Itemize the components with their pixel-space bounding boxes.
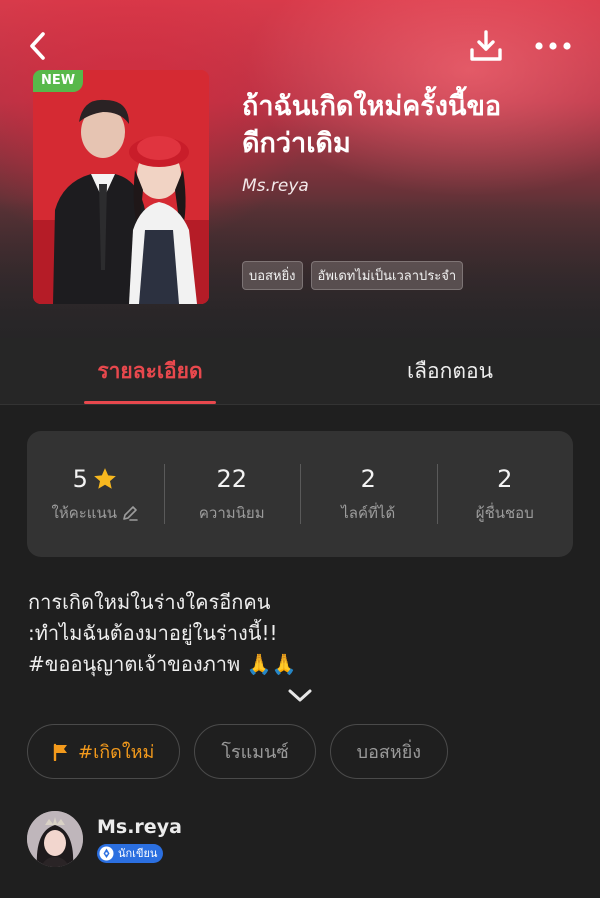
author-info: Ms.reya นักเขียน bbox=[97, 816, 182, 863]
novel-author[interactable]: Ms.reya bbox=[242, 176, 309, 196]
tab-bar: รายละเอียด เลือกตอน bbox=[0, 338, 600, 405]
flag-icon bbox=[53, 743, 67, 761]
stat-label: ผู้ชื่นชอบ bbox=[475, 504, 534, 522]
genre-chip[interactable]: #เกิดใหม่ bbox=[27, 724, 181, 779]
stat-value-row: 5 bbox=[73, 463, 118, 495]
author-section[interactable]: Ms.reya นักเขียน bbox=[27, 811, 182, 867]
stat-likes: 2 ไลค์ที่ได้ bbox=[300, 431, 437, 557]
stat-label: ความนิยม bbox=[198, 504, 265, 522]
more-horizontal-icon bbox=[535, 42, 571, 50]
novel-tag: อัพเดทไม่เป็นเวลาประจำ bbox=[310, 261, 464, 290]
cover-illustration bbox=[33, 70, 209, 304]
synopsis: การเกิดใหม่ในร่างใครอีกคน :ทำไมฉันต้องมา… bbox=[28, 587, 548, 680]
more-options-button[interactable] bbox=[533, 26, 573, 66]
stat-value: 22 bbox=[216, 465, 248, 493]
stat-label: ไลค์ที่ได้ bbox=[341, 504, 396, 522]
stat-value: 2 bbox=[360, 465, 376, 493]
chevron-left-icon bbox=[30, 32, 45, 60]
stat-value: 5 bbox=[72, 465, 88, 493]
download-icon bbox=[470, 30, 502, 61]
star-icon bbox=[94, 468, 116, 489]
stat-label-row: ให้คะแนน bbox=[52, 501, 139, 525]
tab-details[interactable]: รายละเอียด bbox=[84, 338, 216, 404]
new-badge: NEW bbox=[33, 70, 84, 92]
synopsis-line: การเกิดใหม่ในร่างใครอีกคน bbox=[28, 590, 271, 614]
synopsis-line: #ขออนุญาตเจ้าของภาพ 🙏🙏 bbox=[28, 652, 297, 676]
stat-value: 2 bbox=[497, 465, 513, 493]
genre-label: #เกิดใหม่ bbox=[78, 742, 155, 763]
stat-label: ให้คะแนน bbox=[51, 504, 117, 522]
back-button[interactable] bbox=[18, 26, 58, 66]
novel-title-line: ดีกว่าเดิม bbox=[242, 128, 351, 159]
stat-fans: 2 ผู้ชื่นชอบ bbox=[436, 431, 574, 557]
genre-chip[interactable]: บอสหยิ่ง bbox=[329, 724, 449, 779]
expand-chevron-icon[interactable] bbox=[287, 688, 313, 704]
cover-image: NEW bbox=[33, 70, 209, 304]
download-button[interactable] bbox=[466, 26, 506, 66]
tab-episodes[interactable]: เลือกตอน bbox=[380, 338, 520, 404]
avatar-illustration bbox=[27, 811, 83, 867]
novel-title: ถ้าฉันเกิดใหม่ครั้งนี้ขอ ดีกว่าเดิม bbox=[242, 88, 572, 162]
genre-chip[interactable]: โรแมนซ์ bbox=[194, 724, 316, 779]
author-name[interactable]: Ms.reya bbox=[97, 816, 182, 838]
pencil-icon bbox=[123, 506, 138, 521]
novel-title-line: ถ้าฉันเกิดใหม่ครั้งนี้ขอ bbox=[242, 91, 502, 122]
synopsis-line: :ทำไมฉันต้องมาอยู่ในร่างนี้!! bbox=[28, 621, 278, 645]
stat-popularity: 22 ความนิยม bbox=[163, 431, 301, 557]
stats-card: 5 ให้คะแนน 22 ความนิยม 2 ไลค์ที่ได้ 2 ผู… bbox=[27, 431, 573, 557]
genre-list: #เกิดใหม่ โรแมนซ์ บอสหยิ่ง bbox=[27, 724, 449, 779]
pen-nib-icon bbox=[99, 846, 114, 860]
writer-badge: นักเขียน bbox=[97, 843, 164, 863]
novel-tags: บอสหยิ่ง อัพเดทไม่เป็นเวลาประจำ bbox=[242, 261, 464, 290]
author-avatar[interactable] bbox=[27, 811, 83, 867]
writer-badge-label: นักเขียน bbox=[118, 847, 158, 860]
stat-rating[interactable]: 5 ให้คะแนน bbox=[27, 431, 164, 557]
novel-tag: บอสหยิ่ง bbox=[242, 261, 303, 290]
